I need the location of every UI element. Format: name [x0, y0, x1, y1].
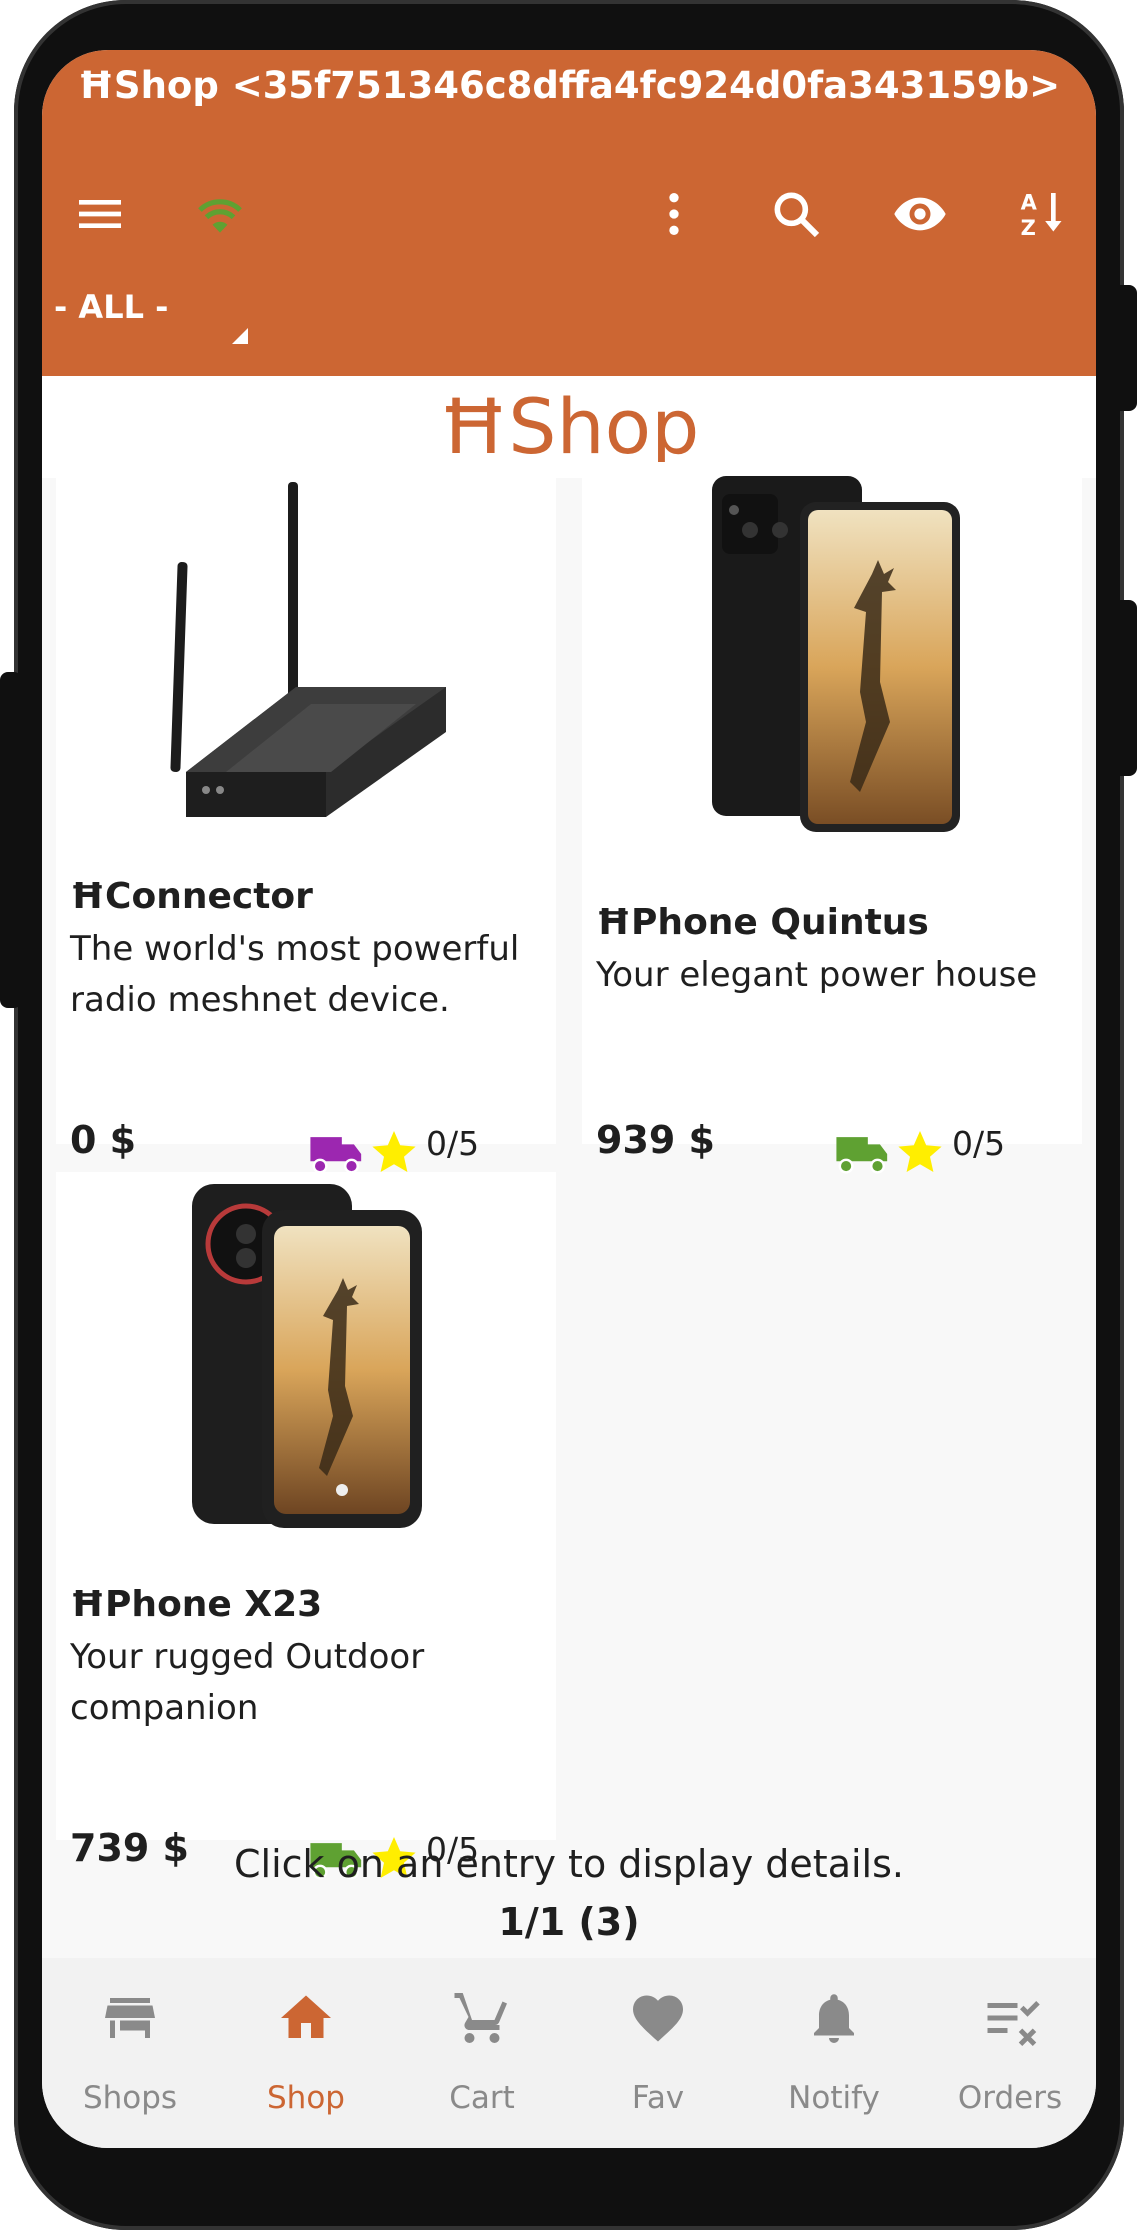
nav-item-orders[interactable]: Orders [922, 1958, 1096, 2148]
nav-item-shop[interactable]: Shop [218, 1958, 394, 2148]
wifi-icon [188, 182, 252, 246]
product-image [582, 474, 1082, 834]
nav-label: Cart [449, 2080, 515, 2116]
truck-icon [310, 1137, 362, 1174]
svg-text:A: A [1021, 190, 1038, 214]
product-rating: 0/5 [426, 1124, 480, 1163]
sort-az-icon[interactable]: A Z [1012, 182, 1076, 246]
product-card-connector[interactable]: ĦConnector The world's most powerful rad… [56, 462, 556, 1174]
star-icon [372, 1131, 416, 1172]
nav-label: Orders [957, 2080, 1063, 2116]
nav-label: Notify [788, 2080, 880, 2116]
visibility-icon[interactable] [888, 182, 952, 246]
search-icon[interactable] [764, 182, 828, 246]
nav-item-notify[interactable]: Notify [746, 1958, 922, 2148]
cart-icon [454, 1993, 507, 2043]
app-screen: ĦShop <35f751346c8dffa4fc924d0fa343159b>… [42, 50, 1096, 2148]
product-name: ĦConnector [70, 876, 313, 917]
bottom-navigation: Shops Shop Cart Fav Notify Orders [42, 1958, 1096, 2148]
device-side-button [0, 672, 22, 1008]
product-card-phone-quintus[interactable]: ĦPhone Quintus Your elegant power house … [582, 462, 1082, 1174]
nav-item-fav[interactable]: Fav [570, 1958, 746, 2148]
nav-label: Shop [267, 2080, 345, 2116]
product-description: The world's most powerful radio meshnet … [70, 929, 520, 1020]
menu-icon[interactable] [68, 182, 132, 246]
product-description: Your rugged Outdoor companion [70, 1637, 425, 1728]
store-icon [105, 1998, 155, 2038]
bell-icon [814, 1994, 854, 2043]
nav-item-cart[interactable]: Cart [394, 1958, 570, 2148]
app-title-bar: ĦShop <35f751346c8dffa4fc924d0fa343159b> [42, 50, 1096, 160]
nav-label: Shops [82, 2080, 178, 2116]
details-hint: Click on an entry to display details. [234, 1842, 904, 1886]
category-filter-value: - ALL - [54, 288, 169, 326]
product-name: ĦPhone X23 [70, 1584, 323, 1625]
product-rating: 0/5 [952, 1124, 1006, 1163]
nav-item-shops[interactable]: Shops [42, 1958, 218, 2148]
product-card-phone-x23[interactable]: ĦPhone X23 Your rugged Outdoor companion… [56, 1172, 556, 1880]
pagination-info: 1/1 (3) [498, 1900, 640, 1944]
product-image [56, 1180, 556, 1540]
toolbar: A Z [42, 160, 1096, 268]
product-name: ĦPhone Quintus [596, 902, 929, 943]
svg-text:Z: Z [1021, 216, 1036, 240]
window-title: ĦShop <35f751346c8dffa4fc924d0fa343159b> [77, 64, 1061, 107]
nav-label: Fav [631, 2080, 685, 2116]
star-icon [898, 1131, 942, 1172]
filter-bar: - ALL - [42, 268, 1096, 376]
category-filter-select[interactable]: - ALL - [54, 282, 248, 344]
dropdown-arrow-icon [232, 328, 248, 344]
product-price: 939 $ [596, 1118, 715, 1162]
device-side-button [1113, 600, 1137, 776]
device-side-button [1113, 285, 1137, 411]
product-price: 0 $ [70, 1118, 137, 1162]
product-image [56, 472, 556, 832]
product-description: Your elegant power house [596, 955, 1038, 995]
orders-icon [987, 2001, 1040, 2046]
heart-icon [633, 1995, 683, 2042]
truck-icon [836, 1137, 888, 1174]
more-vert-icon[interactable] [642, 182, 706, 246]
home-icon [281, 1995, 331, 2038]
